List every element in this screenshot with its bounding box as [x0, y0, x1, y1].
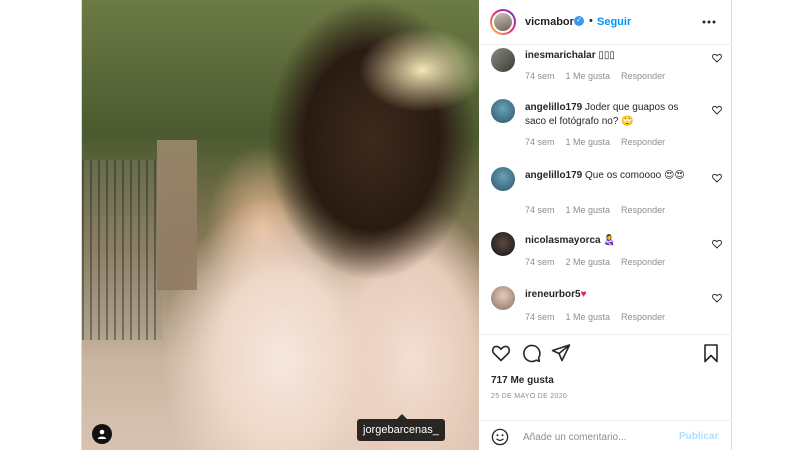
heart-icon[interactable] [712, 293, 722, 303]
commenter-avatar[interactable] [491, 167, 515, 191]
post-modal: jorgebarcenas_ vicmabor ✓ • Seguir inesm… [81, 0, 732, 450]
heart-icon[interactable] [712, 105, 722, 115]
comment-body: 👩‍🍼 [603, 235, 616, 246]
reply-button[interactable]: Responder [621, 137, 665, 147]
commenter-avatar[interactable] [491, 48, 515, 72]
reply-button[interactable]: Responder [621, 312, 665, 322]
comment-meta: 74 sem 1 Me gusta Responder [525, 205, 676, 215]
bookmark-icon[interactable] [701, 343, 721, 363]
comment-icon[interactable] [521, 343, 541, 363]
comment-text: angelillo179 Que os comoooo 😍😍 [525, 169, 695, 183]
person-icon[interactable] [92, 424, 112, 444]
comment-time[interactable]: 74 sem [525, 205, 555, 215]
comment-body: ▯▯▯ [598, 50, 615, 61]
comment-time[interactable]: 74 sem [525, 312, 555, 322]
commenter-avatar[interactable] [491, 232, 515, 256]
like-count[interactable]: 717 Me gusta [491, 375, 554, 386]
comment-likes[interactable]: 1 Me gusta [566, 205, 611, 215]
photo-wall [157, 140, 197, 290]
more-options-icon[interactable] [701, 16, 717, 28]
comment-meta: 74 sem 1 Me gusta Responder [525, 71, 676, 81]
heart-icon[interactable] [712, 53, 722, 63]
comment-list[interactable]: inesmarichalar ▯▯▯ 74 sem 1 Me gusta Respo… [479, 44, 732, 334]
comment-time[interactable]: 74 sem [525, 257, 555, 267]
comment-body: Que os comoooo 😍😍 [585, 170, 685, 181]
post-date[interactable]: 25 de mayo de 2020 [491, 393, 567, 400]
share-icon[interactable] [551, 343, 571, 363]
header-separator: • [589, 15, 593, 27]
emoji-icon[interactable] [491, 428, 509, 446]
reply-button[interactable]: Responder [621, 205, 665, 215]
commenter-avatar[interactable] [491, 286, 515, 310]
comment-meta: 74 sem 1 Me gusta Responder [525, 137, 676, 147]
tagged-user-label[interactable]: jorgebarcenas_ [357, 414, 445, 441]
comment-likes[interactable]: 1 Me gusta [566, 71, 611, 81]
photo-fence [82, 160, 162, 340]
heart-icon[interactable] [491, 343, 511, 363]
comment-text: nicolasmayorca 👩‍🍼 [525, 234, 695, 248]
post-sidebar: vicmabor ✓ • Seguir inesmarichalar ▯▯▯ 7… [479, 0, 732, 450]
publish-button[interactable]: Publicar [679, 431, 718, 442]
comment-text: ireneurbor5♥ [525, 288, 695, 302]
commenter-avatar[interactable] [491, 99, 515, 123]
reply-button[interactable]: Responder [621, 257, 665, 267]
comment-text: angelillo179 Joder que guapos os saco el… [525, 101, 695, 129]
heart-icon[interactable] [712, 239, 722, 249]
author-avatar[interactable] [490, 9, 516, 35]
comment-username[interactable]: angelillo179 [525, 102, 582, 113]
comment-username[interactable]: nicolasmayorca [525, 235, 601, 246]
comment-input[interactable] [521, 428, 675, 446]
post-header: vicmabor ✓ • Seguir [479, 0, 732, 45]
author-username[interactable]: vicmabor [525, 16, 574, 28]
comment-meta: 74 sem 2 Me gusta Responder [525, 257, 676, 267]
comment-likes[interactable]: 2 Me gusta [566, 257, 611, 267]
comment-username[interactable]: ireneurbor5 [525, 289, 581, 300]
heart-icon[interactable] [712, 173, 722, 183]
post-photo[interactable]: jorgebarcenas_ [82, 0, 479, 450]
comment-username[interactable]: inesmarichalar [525, 50, 596, 61]
verified-badge-icon: ✓ [574, 16, 584, 26]
reply-button[interactable]: Responder [621, 71, 665, 81]
comment-likes[interactable]: 1 Me gusta [566, 137, 611, 147]
page-background-right [732, 0, 800, 450]
post-actions: 717 Me gusta 25 de mayo de 2020 Publicar [479, 334, 732, 451]
comment-text: inesmarichalar ▯▯▯ [525, 49, 695, 63]
comment-meta: 74 sem 1 Me gusta Responder [525, 312, 676, 322]
page-background-left [0, 0, 81, 450]
comment-body: ♥ [580, 289, 587, 300]
follow-button[interactable]: Seguir [597, 16, 631, 28]
add-comment-bar: Publicar [479, 420, 732, 452]
comment-time[interactable]: 74 sem [525, 71, 555, 81]
comment-username[interactable]: angelillo179 [525, 170, 582, 181]
comment-time[interactable]: 74 sem [525, 137, 555, 147]
comment-likes[interactable]: 1 Me gusta [566, 312, 611, 322]
